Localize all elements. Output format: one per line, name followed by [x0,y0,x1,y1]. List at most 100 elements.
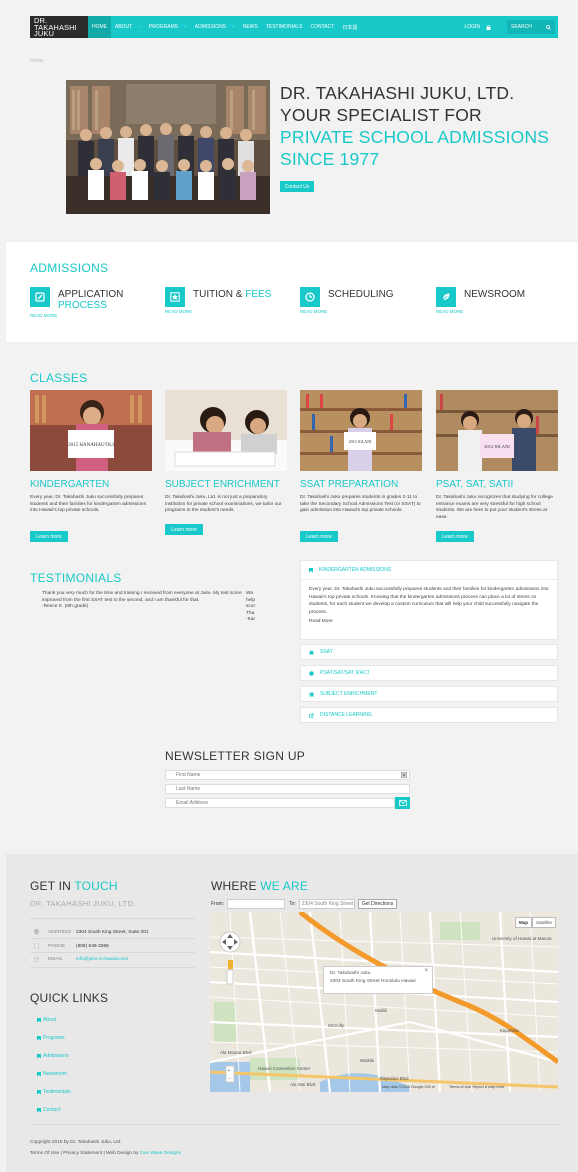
search-button[interactable]: SEARCH [507,20,555,34]
kindergarten-learn-more-button[interactable]: Learn more [30,531,68,542]
subject-enrichment-photo [165,390,287,471]
get-in-touch-heading-a: GET IN [30,879,75,893]
contact-card-icon [401,772,407,778]
application-read-more[interactable]: READ MORE [30,313,155,318]
email-input[interactable]: Email Address [165,798,395,808]
map-label-convention-center: Hawaii Convention Center [258,1066,311,1071]
accordion-ssat[interactable]: SSAT [300,644,558,660]
first-name-input[interactable]: First Name [165,770,410,780]
psat-learn-more-button[interactable]: Learn more [436,531,474,542]
accordion-read-more[interactable]: Read More [301,618,557,626]
bookmark-icon [37,1035,41,1041]
nav-testimonials[interactable]: TESTIMONIALS [262,16,307,38]
hero-line-1: DR. TAKAHASHI JUKU, LTD. [280,83,515,103]
google-map[interactable]: Manoa Valley University of Hawaii at Man… [210,912,558,1092]
map-button[interactable]: Map [515,917,532,928]
close-icon[interactable]: × [424,968,428,974]
admission-card-scheduling-title: SCHEDULING [328,289,394,300]
login-link[interactable]: LOGIN [460,16,495,38]
hero-line-4: SINCE 1977 [280,149,380,169]
application-title-b: PROCESS [58,300,107,311]
newsletter-submit-button[interactable] [395,797,410,809]
bookmark-icon [37,1089,41,1095]
get-in-touch-heading: GET IN TOUCH [30,879,118,893]
top-nav: DR. TAKAHASHI JUKU HOME ABOUT - PROGRAMS -… [30,16,558,38]
admission-card-scheduling[interactable]: SCHEDULING READ MORE [300,287,425,314]
nav-contact-label: CONTACT [310,24,335,30]
newsroom-read-more[interactable]: READ MORE [436,309,561,314]
to-input[interactable]: 2304 South King Street [298,899,355,909]
site-logo[interactable]: DR. TAKAHASHI JUKU [30,16,88,38]
tuition-read-more[interactable]: READ MORE [165,309,290,314]
satellite-button[interactable]: Satellite [532,917,557,928]
where-heading-a: WHERE [211,879,261,893]
address-value: 2304 South King Street, Suite 201 [76,929,149,935]
where-we-are-heading: WHERE WE ARE [211,879,308,893]
nav-japanese[interactable]: 日本語 [338,16,361,38]
psat-title[interactable]: PSAT, SAT, SATII [436,479,513,490]
quick-link-about[interactable]: About [37,1017,56,1023]
edit-icon [309,712,314,718]
briefcase-icon [309,649,314,654]
admission-card-tuition[interactable]: TUITION & FEES READ MORE [165,287,290,314]
breadcrumb[interactable]: Home [30,58,43,64]
footer-divider [30,1124,558,1125]
footer-terms-links[interactable]: Terms Of Use | Privacy Statement | Web D… [30,1151,140,1156]
admission-card-newsroom[interactable]: NEWSROOM READ MORE [436,287,561,314]
to-label: To: [289,901,296,907]
quick-link-admissions-label: Admissions [43,1053,69,1059]
ssat-sign-text: 2015 IOLANI [349,439,372,444]
divider [30,952,195,953]
scheduling-read-more[interactable]: READ MORE [300,309,425,314]
nav-programs-dropdown-marker: - [184,24,186,30]
contact-us-button[interactable]: Contact Us [280,181,314,192]
to-input-value: 2304 South King Street [301,901,354,907]
footer-links: Terms Of Use | Privacy Statement | Web D… [30,1151,181,1156]
quick-link-testimonials[interactable]: Testimonials [37,1089,71,1095]
footer-designer-link[interactable]: One Wave Designs [140,1151,181,1156]
classes-heading: CLASSES [30,371,88,385]
nav-contact[interactable]: CONTACT [307,16,339,38]
map-type-controls: Map Satellite [515,917,557,928]
nav-home[interactable]: HOME [88,16,111,38]
nav-about[interactable]: ABOUT - [111,16,145,38]
nav-news[interactable]: NEWS [239,16,262,38]
login-label: LOGIN [464,24,480,30]
ssat-learn-more-button[interactable]: Learn more [300,531,338,542]
quick-link-programs[interactable]: Programs [37,1035,65,1041]
accordion-distance-learning[interactable]: DISTANCE LEARNING [300,707,558,723]
nav-admissions[interactable]: ADMISSIONS - [191,16,239,38]
nav-programs[interactable]: PROGRAMS - [145,16,191,38]
last-name-input[interactable]: Last Name [165,784,410,794]
tuition-title-a: TUITION & [193,289,246,300]
subject-enrichment-title[interactable]: SUBJECT ENRICHMENT [165,479,280,490]
star-icon [165,287,185,307]
psat-sign-text: 2012 IOLANI [484,444,510,449]
map-label-kapahulu: Kapahulu [500,1028,520,1033]
email-link[interactable]: info@juku-in-hawaii.com [76,957,128,962]
quick-link-contact[interactable]: Contact [37,1107,60,1113]
map-pin-icon [34,929,39,935]
directions-form: From: To: 2304 South King Street Get Dir… [211,899,398,909]
divider [30,918,195,919]
accordion-subject-enrichment[interactable]: SUBJECT ENRICHMENT [300,686,558,702]
admission-card-application[interactable]: APPLICATION PROCESS READ MORE [30,287,155,318]
map-attribution: Map data ©2015 Google 200 m Terms of Use… [382,1085,505,1089]
quick-link-admissions[interactable]: Admissions [37,1053,69,1059]
map-terms-link[interactable]: Terms of Use Report a map error [449,1085,505,1089]
from-label: From: [211,901,225,907]
accordion-psat[interactable]: PSAT/SAT/SAT II/ACT [300,665,558,681]
hero-line-3: PRIVATE SCHOOL ADMISSIONS [280,127,550,147]
ssat-title[interactable]: SSAT PREPARATION [300,479,398,490]
application-title-a: APPLICATION [58,289,124,300]
hero-heading: DR. TAKAHASHI JUKU, LTD. YOUR SPECIALIST… [280,82,560,170]
accordion-psat-title: PSAT/SAT/SAT II/ACT [320,670,370,676]
envelope-icon [398,800,407,806]
subject-enrichment-learn-more-button[interactable]: Learn more [165,524,203,535]
kindergarten-title[interactable]: KINDERGARTEN [30,479,109,490]
get-directions-button[interactable]: Get Directions [357,899,398,909]
map-canvas: Manoa Valley University of Hawaii at Man… [210,912,558,1092]
accordion-kindergarten-header[interactable]: KINDERGARTEN ADMISSIONS [301,561,557,580]
from-input[interactable] [227,899,286,909]
quick-link-newsroom[interactable]: Newsroom [37,1071,67,1077]
